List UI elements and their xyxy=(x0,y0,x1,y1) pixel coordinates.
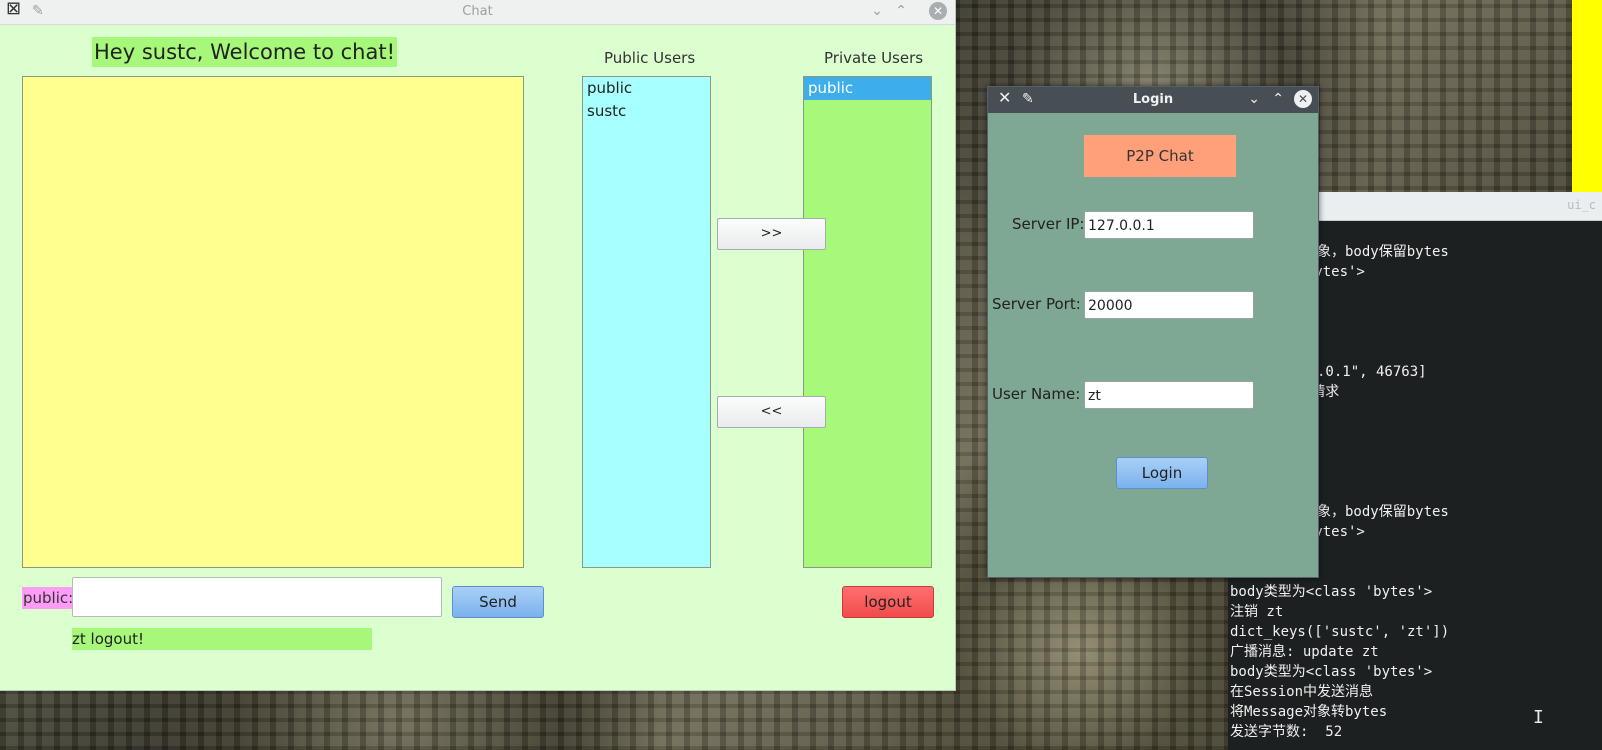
terminal-line: body类型为<class 'bytes'> xyxy=(1230,664,1433,680)
message-area[interactable] xyxy=(22,76,524,568)
public-users-list[interactable]: public sustc xyxy=(582,76,711,568)
list-item[interactable]: public xyxy=(583,77,710,100)
user-name-input[interactable]: zt xyxy=(1084,381,1254,409)
server-port-input[interactable]: 20000 xyxy=(1084,291,1254,319)
login-titlebar[interactable]: ✕ ✎ Login ⌄ ⌃ ✕ xyxy=(988,87,1318,113)
chat-window: ⊠ ✎ Chat ⌄ ⌃ ✕ Hey sustc, Welcome to cha… xyxy=(0,0,956,691)
terminal-title: ui_c xyxy=(1567,198,1596,212)
login-button[interactable]: Login xyxy=(1116,457,1208,489)
status-label: zt logout! xyxy=(72,628,372,650)
chat-titlebar[interactable]: ⊠ ✎ Chat ⌄ ⌃ ✕ xyxy=(0,0,955,25)
terminal-line: 在Session中发送消息 xyxy=(1230,684,1374,700)
server-port-label: Server Port: xyxy=(992,295,1081,313)
text-cursor-icon: I xyxy=(1533,707,1544,728)
public-users-title: Public Users xyxy=(604,49,696,67)
private-users-title: Private Users xyxy=(824,49,924,67)
chat-window-title: Chat xyxy=(462,4,493,19)
list-item[interactable]: public xyxy=(804,77,931,100)
terminal-line: 将Message对象转bytes xyxy=(1230,704,1388,720)
recipient-label: public: xyxy=(22,587,75,609)
send-button[interactable]: Send xyxy=(452,586,544,618)
maximize-icon[interactable]: ⌃ xyxy=(895,3,907,19)
server-ip-input[interactable]: 127.0.0.1 xyxy=(1084,211,1254,239)
login-body: P2P Chat Server IP: 127.0.0.1 Server Por… xyxy=(992,115,1312,573)
terminal-line: body类型为<class 'bytes'> xyxy=(1230,584,1433,600)
logout-button[interactable]: logout xyxy=(842,586,934,618)
server-ip-label: Server IP: xyxy=(1012,215,1085,233)
minimize-icon[interactable]: ⌄ xyxy=(871,3,883,19)
close-window-icon[interactable]: ✕ xyxy=(1294,90,1312,108)
remove-from-private-button[interactable]: << xyxy=(717,396,826,428)
user-name-label: User Name: xyxy=(992,385,1081,403)
add-to-private-button[interactable]: >> xyxy=(717,218,826,250)
close-window-icon[interactable]: ✕ xyxy=(929,2,947,20)
private-users-list[interactable]: public xyxy=(803,76,932,568)
terminal-line: dict_keys(['sustc', 'zt']) xyxy=(1230,624,1450,640)
welcome-label: Hey sustc, Welcome to chat! xyxy=(92,37,398,67)
app-banner: P2P Chat xyxy=(1084,135,1236,177)
yellow-window-edge xyxy=(1572,0,1602,192)
login-window-title: Login xyxy=(1132,92,1174,107)
message-input[interactable] xyxy=(72,577,442,617)
terminal-line: 注销 zt xyxy=(1230,604,1284,620)
maximize-icon[interactable]: ⌃ xyxy=(1272,91,1284,107)
list-item[interactable]: sustc xyxy=(583,100,710,123)
login-window: ✕ ✎ Login ⌄ ⌃ ✕ P2P Chat Server IP: 127.… xyxy=(987,86,1319,578)
minimize-icon[interactable]: ⌄ xyxy=(1248,91,1260,107)
terminal-line: 发送字节数: 52 xyxy=(1230,724,1343,740)
terminal-line: 广播消息: update zt xyxy=(1230,644,1379,660)
